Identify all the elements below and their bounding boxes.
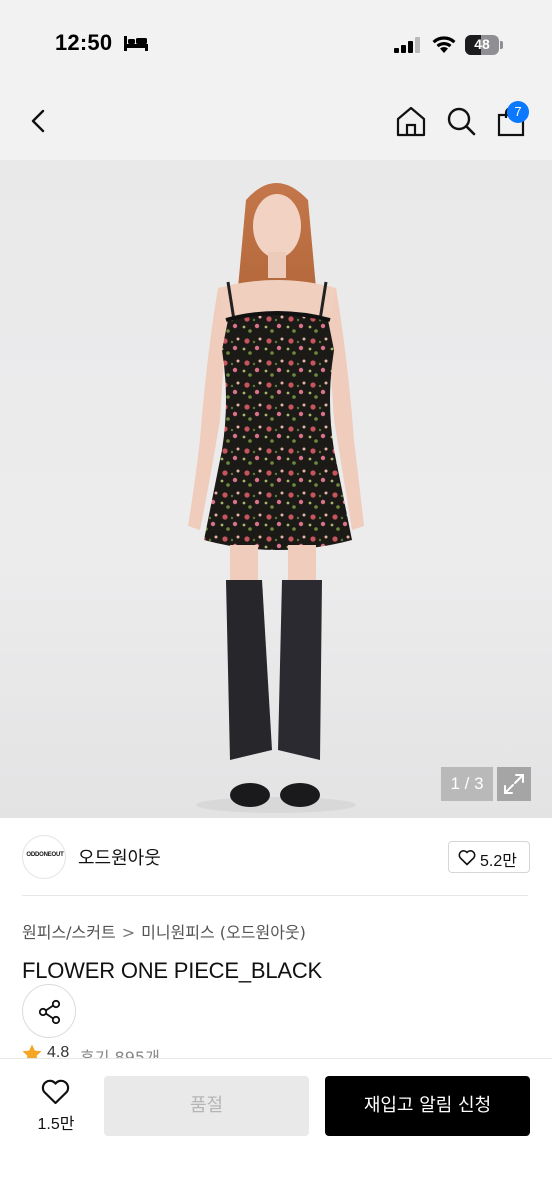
product-title: FLOWER ONE PIECE_BLACK — [22, 958, 323, 983]
battery-cap — [500, 41, 503, 49]
soldout-button[interactable]: 품절 — [104, 1076, 309, 1136]
restock-alert-button[interactable]: 재입고 알림 신청 — [325, 1076, 530, 1136]
brand-logo[interactable]: ODDONEOUT — [22, 835, 66, 879]
model-face — [253, 194, 301, 258]
breadcrumb-category[interactable]: 원피스/스커트 — [22, 923, 116, 942]
product-image[interactable] — [0, 160, 552, 818]
status-bar: 12:50 48 — [0, 0, 552, 90]
breadcrumb-subcategory[interactable]: 미니원피스 (오드원아웃) — [141, 923, 306, 942]
back-button[interactable] — [22, 104, 56, 138]
brand-like-button[interactable]: 5.2만 — [448, 841, 530, 873]
breadcrumb-separator: > — [121, 923, 136, 942]
floral-dress — [204, 314, 352, 550]
breadcrumb: 원피스/스커트 > 미니원피스 (오드원아웃) — [22, 919, 306, 943]
brand-like-count: 5.2만 — [480, 853, 517, 870]
share-button[interactable] — [22, 984, 76, 1038]
wishlist-button[interactable]: 1.5만 — [28, 1078, 84, 1136]
top-nav-bar: 7 — [0, 90, 552, 160]
bed-icon — [124, 36, 148, 51]
model-neck — [268, 252, 286, 278]
heart-icon — [41, 1079, 70, 1105]
status-time: 12:50 — [55, 30, 113, 55]
battery-indicator: 48 — [465, 35, 503, 55]
model-photo — [188, 183, 364, 813]
image-page-counter: 1 / 3 — [441, 767, 493, 801]
heart-icon — [458, 850, 476, 866]
cart-count-badge: 7 — [507, 101, 529, 123]
home-icon[interactable] — [394, 104, 428, 138]
shoe-left — [230, 783, 270, 807]
section-divider — [22, 895, 528, 896]
floor-shadow — [196, 797, 356, 813]
wifi-icon — [432, 36, 456, 53]
expand-icon[interactable] — [497, 767, 531, 801]
shoe-right — [280, 783, 320, 807]
brand-logo-text: ODDONEOUT — [26, 852, 64, 858]
share-icon — [38, 999, 61, 1025]
leg-warmer-right — [278, 580, 322, 760]
signal-icon — [394, 37, 420, 53]
leg-warmer-left — [226, 580, 272, 760]
search-icon[interactable] — [444, 104, 478, 138]
brand-name[interactable]: 오드원아웃 — [78, 844, 161, 870]
battery-percent: 48 — [474, 36, 490, 52]
wishlist-count: 1.5만 — [37, 1116, 75, 1133]
